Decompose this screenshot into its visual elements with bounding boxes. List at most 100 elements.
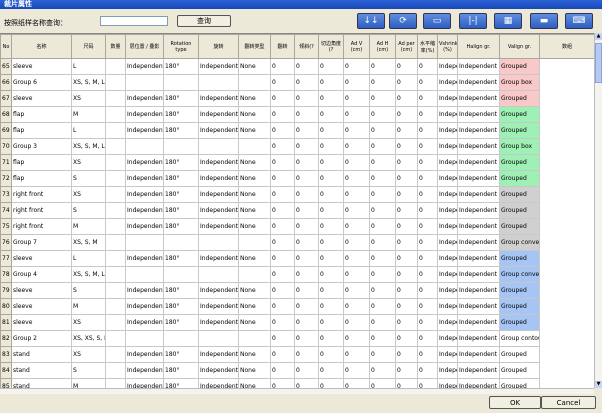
table-row[interactable]: 73 right front XS Independent 180° Independen…	[0, 186, 595, 203]
table-cell[interactable]: Independent	[198, 282, 239, 299]
table-row[interactable]: 80 sleeve M Independent 180° Independent None 0…	[0, 298, 595, 315]
table-cell[interactable]: Independent	[457, 74, 500, 91]
table-cell[interactable]: Independent	[437, 234, 458, 251]
table-cell[interactable]	[105, 330, 126, 347]
table-cell[interactable]: Independent	[437, 74, 458, 91]
table-cell[interactable]: 0	[395, 74, 418, 91]
table-cell[interactable]: 0	[343, 282, 370, 299]
table-cell[interactable]: XS, S, M, L	[71, 74, 106, 91]
table-cell[interactable]: 0	[294, 346, 319, 363]
table-cell[interactable]: Grouped	[499, 170, 540, 187]
table-cell[interactable]: 0	[343, 58, 370, 75]
table-cell[interactable]	[163, 74, 199, 91]
table-cell[interactable]: Independent	[457, 298, 500, 315]
table-cell[interactable]: 0	[294, 250, 319, 267]
table-cell[interactable]: Independent	[125, 90, 164, 107]
table-cell[interactable]: 0	[294, 106, 319, 123]
table-cell[interactable]	[105, 202, 126, 219]
table-cell[interactable]: Independent	[457, 282, 500, 299]
table-cell[interactable]: Independent	[437, 170, 458, 187]
column-header[interactable]: 翻转	[270, 34, 295, 59]
table-row[interactable]: 74 right front S Independent 180° Independent…	[0, 202, 595, 219]
table-row[interactable]: 75 right front M Independent 180° Independent…	[0, 218, 595, 235]
table-cell[interactable]: 180°	[163, 202, 199, 219]
table-cell[interactable]: 0	[369, 58, 396, 75]
table-cell[interactable]: 0	[417, 122, 438, 139]
table-cell[interactable]: Group 3	[11, 138, 72, 155]
column-header[interactable]: Ad per (cm)	[395, 34, 418, 59]
table-cell[interactable]: 0	[417, 202, 438, 219]
column-header[interactable]: 层位置 / 叠影	[125, 34, 164, 59]
table-cell[interactable]	[125, 74, 164, 91]
table-cell[interactable]: 0	[270, 154, 295, 171]
table-cell[interactable]: Independent	[125, 58, 164, 75]
table-cell[interactable]: sleeve	[11, 58, 72, 75]
table-cell[interactable]: 0	[395, 138, 418, 155]
table-cell[interactable]	[163, 266, 199, 283]
column-header[interactable]: 切边角度(?	[318, 34, 344, 59]
table-cell[interactable]: Grouped	[499, 90, 540, 107]
table-cell[interactable]: 0	[270, 90, 295, 107]
table-cell[interactable]: 0	[395, 282, 418, 299]
table-cell[interactable]	[163, 330, 199, 347]
table-cell[interactable]: XS, S, M	[71, 234, 106, 251]
table-cell[interactable]: None	[238, 106, 271, 123]
table-cell[interactable]: 180°	[163, 122, 199, 139]
table-cell[interactable]: 0	[343, 250, 370, 267]
column-header[interactable]: 倾斜(?	[294, 34, 319, 59]
table-cell[interactable]: 0	[318, 314, 344, 331]
table-cell[interactable]: stand	[11, 362, 72, 379]
table-cell[interactable]: Independent	[198, 362, 239, 379]
table-cell[interactable]: Independent	[437, 106, 458, 123]
column-header[interactable]: Valign gr.	[499, 34, 540, 59]
search-input[interactable]	[100, 16, 168, 26]
table-cell[interactable]: S	[71, 362, 106, 379]
table-cell[interactable]	[163, 138, 199, 155]
table-cell[interactable]: 0	[395, 234, 418, 251]
table-cell[interactable]: 0	[395, 58, 418, 75]
table-cell[interactable]: Independent	[437, 330, 458, 347]
table-cell[interactable]: Independent	[437, 218, 458, 235]
table-row[interactable]: 66Group 6XS, S, M, L0000000IndependentIn…	[0, 74, 595, 91]
piece-icon[interactable]: ▭	[423, 13, 451, 29]
table-cell[interactable]: None	[238, 170, 271, 187]
table-cell[interactable]: Independent	[198, 154, 239, 171]
table-cell[interactable]: Independent	[198, 58, 239, 75]
table-cell[interactable]: 0	[270, 282, 295, 299]
table-cell[interactable]: Grouped	[499, 282, 540, 299]
table-cell[interactable]: 180°	[163, 250, 199, 267]
table-cell[interactable]	[105, 266, 126, 283]
table-cell[interactable]	[238, 266, 271, 283]
table-cell[interactable]: right front	[11, 202, 72, 219]
table-cell[interactable]: XS	[71, 186, 106, 203]
row-number[interactable]: 75	[0, 218, 12, 235]
table-cell[interactable]: Independent	[125, 122, 164, 139]
table-cell[interactable]	[105, 282, 126, 299]
measure-icon[interactable]: |-|	[459, 13, 487, 29]
table-cell[interactable]: Independent	[125, 346, 164, 363]
table-cell[interactable]: 0	[343, 298, 370, 315]
table-cell[interactable]: 0	[343, 234, 370, 251]
table-row[interactable]: 69 flap L Independent 180° Independent None 0 0 0…	[0, 122, 595, 139]
table-cell[interactable]: 0	[417, 362, 438, 379]
grid-icon[interactable]: ▦	[494, 13, 522, 29]
column-header[interactable]: Ad V (cm)	[343, 34, 370, 59]
table-cell[interactable]: M	[71, 218, 106, 235]
table-cell[interactable]: L	[71, 58, 106, 75]
table-cell[interactable]: 0	[343, 74, 370, 91]
table-cell[interactable]: 0	[417, 106, 438, 123]
table-row[interactable]: 71 flap XS Independent 180° Independent None 0 0…	[0, 154, 595, 171]
table-cell[interactable]: 0	[369, 362, 396, 379]
table-cell[interactable]	[105, 250, 126, 267]
table-cell[interactable]: Grouped	[499, 250, 540, 267]
table-cell[interactable]: 0	[343, 170, 370, 187]
table-cell[interactable]: 0	[395, 346, 418, 363]
table-cell[interactable]	[125, 138, 164, 155]
table-cell[interactable]: 0	[369, 346, 396, 363]
table-cell[interactable]: 0	[318, 234, 344, 251]
table-cell[interactable]: 0	[395, 298, 418, 315]
ok-button[interactable]: OK	[489, 396, 541, 409]
table-cell[interactable]: 0	[417, 282, 438, 299]
row-number[interactable]: 81	[0, 314, 12, 331]
column-header[interactable]: 旋转	[198, 34, 239, 59]
